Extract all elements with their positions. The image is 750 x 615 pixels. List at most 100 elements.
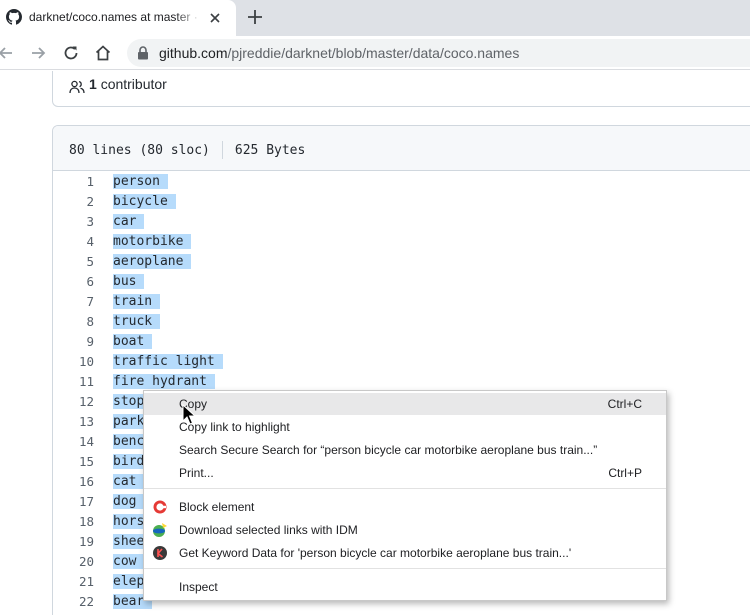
menu-item-keyword-data[interactable]: Get Keyword Data for 'person bicycle car…	[144, 542, 666, 564]
file-size: 625 Bytes	[234, 142, 306, 158]
back-arrow-icon[interactable]	[0, 44, 15, 62]
line-number[interactable]: 20	[53, 552, 94, 572]
contributors-label: contributor	[100, 76, 167, 92]
keyword-k-icon	[153, 546, 167, 560]
line-number[interactable]: 12	[53, 392, 94, 412]
line-content: person	[113, 172, 168, 192]
menu-item-search[interactable]: Search Secure Search for “person bicycle…	[144, 439, 666, 461]
line-content: cat	[113, 472, 145, 492]
code-line[interactable]: 2 bicycle	[53, 192, 750, 212]
line-number[interactable]: 17	[53, 492, 94, 512]
menu-item-copy[interactable]: Copy Ctrl+C	[144, 393, 666, 415]
menu-item-inspect-label: Inspect	[179, 580, 218, 594]
close-icon[interactable]	[207, 10, 223, 26]
contributors-link[interactable]: 1 contributor	[89, 76, 167, 92]
line-number[interactable]: 8	[53, 312, 94, 332]
line-number[interactable]: 6	[53, 272, 94, 292]
line-content: bus	[113, 272, 145, 292]
line-number[interactable]: 16	[53, 472, 94, 492]
selected-text: bicycle	[113, 194, 176, 209]
new-tab-plus-icon[interactable]	[246, 8, 264, 26]
context-menu: Copy Ctrl+C Copy link to highlight Searc…	[143, 390, 667, 601]
selected-text: truck	[113, 314, 161, 329]
code-line[interactable]: 1 person	[53, 172, 750, 192]
mouse-pointer-icon	[182, 404, 196, 425]
file-header: 80 lines (80 sloc) 625 Bytes	[53, 126, 750, 171]
line-number[interactable]: 4	[53, 232, 94, 252]
address-bar[interactable]: github.com/pjreddie/darknet/blob/master/…	[127, 39, 750, 67]
tab-title: darknet/coco.names at master · pjreddie/…	[29, 10, 201, 24]
contributors-count: 1	[89, 76, 97, 92]
selected-text: person	[113, 174, 168, 189]
line-number[interactable]: 15	[53, 452, 94, 472]
line-content: bicycle	[113, 192, 176, 212]
selected-text: car	[113, 214, 145, 229]
menu-item-copy-link[interactable]: Copy link to highlight	[144, 416, 666, 438]
tab-strip: darknet/coco.names at master · pjreddie/…	[0, 0, 750, 36]
line-number[interactable]: 18	[53, 512, 94, 532]
line-number[interactable]: 2	[53, 192, 94, 212]
code-line[interactable]: 8 truck	[53, 312, 750, 332]
menu-item-print-label: Print...	[179, 466, 214, 480]
line-number[interactable]: 13	[53, 412, 94, 432]
line-number[interactable]: 5	[53, 252, 94, 272]
menu-item-search-label: Search Secure Search for “person bicycle…	[179, 443, 598, 457]
idm-download-icon	[153, 523, 167, 537]
line-content: truck	[113, 312, 161, 332]
home-icon[interactable]	[94, 44, 112, 62]
line-content: car	[113, 212, 145, 232]
selected-text: boat	[113, 334, 153, 349]
menu-separator	[144, 488, 666, 489]
menu-item-block-element[interactable]: Block element	[144, 496, 666, 518]
file-lines-info: 80 lines (80 sloc)	[69, 142, 210, 158]
browser-toolbar: github.com/pjreddie/darknet/blob/master/…	[0, 36, 750, 70]
forward-arrow-icon[interactable]	[29, 44, 47, 62]
line-number[interactable]: 11	[53, 372, 94, 392]
line-number[interactable]: 22	[53, 592, 94, 612]
people-icon	[69, 80, 85, 94]
menu-item-idm-label: Download selected links with IDM	[179, 523, 358, 537]
line-number[interactable]: 19	[53, 532, 94, 552]
selected-text: dog	[113, 494, 145, 509]
url-host: github.com	[159, 45, 228, 61]
line-number[interactable]: 7	[53, 292, 94, 312]
lock-icon[interactable]	[137, 46, 149, 60]
code-line[interactable]: 6 bus	[53, 272, 750, 292]
menu-item-idm[interactable]: Download selected links with IDM	[144, 519, 666, 541]
line-content: aeroplane	[113, 252, 192, 272]
menu-item-print-shortcut: Ctrl+P	[608, 466, 642, 480]
file-info-divider	[221, 141, 223, 159]
line-number[interactable]: 3	[53, 212, 94, 232]
code-line[interactable]: 4 motorbike	[53, 232, 750, 252]
browser-tab[interactable]: darknet/coco.names at master · pjreddie/…	[0, 0, 236, 36]
github-icon	[6, 9, 22, 25]
line-number[interactable]: 9	[53, 332, 94, 352]
selected-text: aeroplane	[113, 254, 192, 269]
code-line[interactable]: 3 car	[53, 212, 750, 232]
line-content: cow	[113, 552, 145, 572]
code-line[interactable]: 11 fire hydrant	[53, 372, 750, 392]
line-content: boat	[113, 332, 153, 352]
line-number[interactable]: 21	[53, 572, 94, 592]
line-content: traffic light	[113, 352, 223, 372]
line-content: train	[113, 292, 161, 312]
menu-item-inspect[interactable]: Inspect	[144, 576, 666, 598]
line-number[interactable]: 1	[53, 172, 94, 192]
selected-text: cow	[113, 554, 145, 569]
reload-icon[interactable]	[62, 44, 80, 62]
menu-separator	[144, 568, 666, 569]
selected-text: train	[113, 294, 161, 309]
code-line[interactable]: 9 boat	[53, 332, 750, 352]
line-content: fire hydrant	[113, 372, 215, 392]
selected-text: motorbike	[113, 234, 192, 249]
menu-item-keyword-data-label: Get Keyword Data for 'person bicycle car…	[179, 546, 572, 560]
file-info: 80 lines (80 sloc) 625 Bytes	[69, 141, 305, 159]
code-line[interactable]: 5 aeroplane	[53, 252, 750, 272]
line-number[interactable]: 14	[53, 432, 94, 452]
code-line[interactable]: 7 train	[53, 292, 750, 312]
url-text: github.com/pjreddie/darknet/blob/master/…	[159, 45, 519, 61]
line-content: motorbike	[113, 232, 192, 252]
line-number[interactable]: 10	[53, 352, 94, 372]
code-line[interactable]: 10 traffic light	[53, 352, 750, 372]
menu-item-print[interactable]: Print... Ctrl+P	[144, 462, 666, 484]
